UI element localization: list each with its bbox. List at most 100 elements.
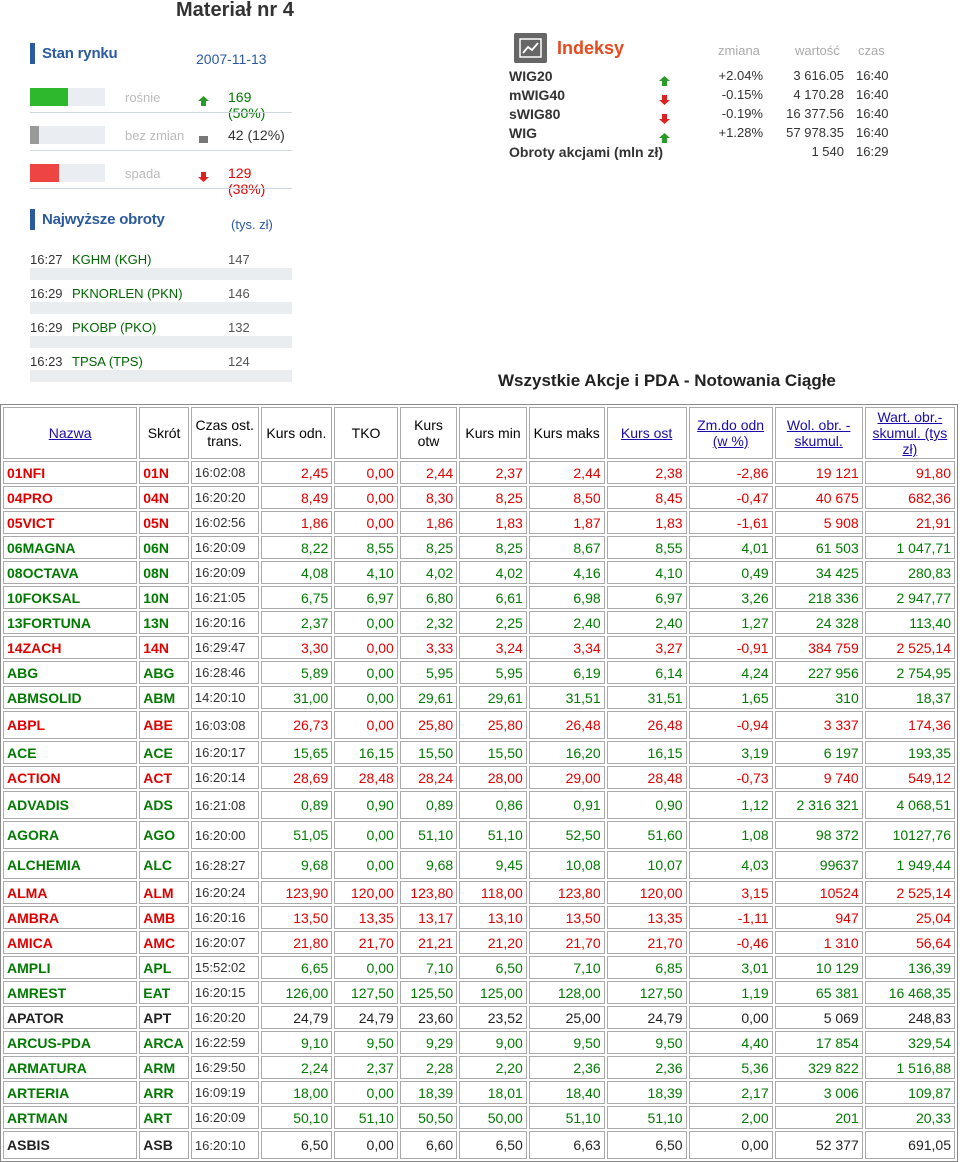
value-cell: 18,00: [260, 1081, 333, 1104]
table-row[interactable]: 06MAGNA 06N 16:20:09 8,22 8,55 8,25 8,25 8,67 8,…: [3, 536, 955, 559]
value-cell: 6,63: [528, 1131, 605, 1159]
value-cell: 1 949,44: [864, 851, 955, 879]
stock-name-cell[interactable]: ABMSOLID: [3, 686, 138, 709]
value-cell: -0,46: [688, 931, 773, 954]
turnover-name[interactable]: PKNORLEN (PKN): [72, 286, 183, 301]
value-cell: 3,24: [459, 636, 527, 659]
value-cell: -0,91: [688, 636, 773, 659]
table-row[interactable]: AMBRA AMB 16:20:16 13,50 13,35 13,17 13,10 13,5…: [3, 906, 955, 929]
index-row[interactable]: Obroty akcjami (mln zł) 1 540 16:29: [509, 144, 959, 163]
stock-name-cell[interactable]: ASBIS: [3, 1131, 138, 1159]
stock-name-cell[interactable]: AMICA: [3, 931, 138, 954]
table-row[interactable]: 14ZACH 14N 16:29:47 3,30 0,00 3,33 3,24 3,34 3,2…: [3, 636, 955, 659]
col-header-name[interactable]: Nazwa: [3, 407, 138, 459]
sort-by-last-link[interactable]: Kurs ost: [621, 425, 672, 441]
index-row[interactable]: sWIG80 -0.19% 16 377.56 16:40: [509, 106, 959, 125]
value-cell: 25,00: [528, 1006, 605, 1029]
turnover-name[interactable]: TPSA (TPS): [72, 354, 143, 369]
stock-name-cell[interactable]: ARCUS-PDA: [3, 1031, 138, 1054]
sort-by-change-link[interactable]: Zm.do odn (w %): [697, 417, 764, 449]
stock-name-cell[interactable]: ADVADIS: [3, 791, 138, 819]
arrow-up-icon: [659, 73, 670, 86]
stock-name-cell[interactable]: 06MAGNA: [3, 536, 138, 559]
turnover-name[interactable]: KGHM (KGH): [72, 252, 151, 267]
index-name[interactable]: mWIG40: [509, 87, 565, 103]
stock-name-cell[interactable]: 13FORTUNA: [3, 611, 138, 634]
table-row[interactable]: ADVADIS ADS 16:21:08 0,89 0,90 0,89 0,86 0,91 0,…: [3, 791, 955, 819]
stock-name-cell[interactable]: 01NFI: [3, 461, 138, 484]
value-cell: 6,97: [334, 586, 398, 609]
value-cell: 10127,76: [864, 821, 955, 849]
stock-name-cell[interactable]: AMBRA: [3, 906, 138, 929]
table-row[interactable]: 08OCTAVA 08N 16:20:09 4,08 4,10 4,02 4,02 4,16 4…: [3, 561, 955, 584]
table-row[interactable]: AMREST EAT 16:20:15 126,00 127,50 125,50 125,0…: [3, 981, 955, 1004]
table-row[interactable]: AMICA AMC 16:20:07 21,80 21,70 21,21 21,20 21,7…: [3, 931, 955, 954]
stock-name-cell[interactable]: ALCHEMIA: [3, 851, 138, 879]
col-header-last[interactable]: Kurs ost: [606, 407, 687, 459]
index-value: 1 540: [811, 144, 844, 159]
stock-name-cell[interactable]: ABPL: [3, 711, 138, 739]
stock-name-cell[interactable]: ARTMAN: [3, 1106, 138, 1129]
stock-name-cell[interactable]: APATOR: [3, 1006, 138, 1029]
symbol-cell: 01N: [139, 461, 189, 484]
index-row[interactable]: mWIG40 -0.15% 4 170.28 16:40: [509, 87, 959, 106]
index-name[interactable]: sWIG80: [509, 106, 560, 122]
value-cell: 40 675: [774, 486, 863, 509]
col-header-volume[interactable]: Wol. obr. - skumul.: [774, 407, 863, 459]
stock-name-cell[interactable]: 10FOKSAL: [3, 586, 138, 609]
value-cell: 2,40: [606, 611, 687, 634]
row-separator: [30, 336, 292, 348]
index-row[interactable]: WIG20 +2.04% 3 616.05 16:40: [509, 68, 959, 87]
stock-name-cell[interactable]: ARTERIA: [3, 1081, 138, 1104]
stock-name-cell[interactable]: 05VICT: [3, 511, 138, 534]
stock-name-cell[interactable]: 14ZACH: [3, 636, 138, 659]
stock-name-cell[interactable]: AMREST: [3, 981, 138, 1004]
table-row[interactable]: APATOR APT 16:20:20 24,79 24,79 23,60 23,52 25,…: [3, 1006, 955, 1029]
arrow-down-icon: [198, 169, 209, 182]
table-row[interactable]: ASBIS ASB 16:20:10 6,50 0,00 6,60 6,50 6,63 6,50…: [3, 1131, 955, 1159]
table-row[interactable]: 13FORTUNA 13N 16:20:16 2,37 0,00 2,32 2,25 2,40…: [3, 611, 955, 634]
stock-name-cell[interactable]: ABG: [3, 661, 138, 684]
table-row[interactable]: ABG ABG 16:28:46 5,89 0,00 5,95 5,95 6,19 6,14 4,…: [3, 661, 955, 684]
stock-name-cell[interactable]: 08OCTAVA: [3, 561, 138, 584]
turnover-name[interactable]: PKOBP (PKO): [72, 320, 156, 335]
table-row[interactable]: AMPLI APL 15:52:02 6,65 0,00 7,10 6,50 7,10 6,85…: [3, 956, 955, 979]
table-row[interactable]: ARMATURA ARM 16:29:50 2,24 2,37 2,28 2,20 2,36 2…: [3, 1056, 955, 1079]
index-name[interactable]: WIG20: [509, 68, 553, 84]
table-row[interactable]: 05VICT 05N 16:02:56 1,86 0,00 1,86 1,83 1,87 1,8…: [3, 511, 955, 534]
table-row[interactable]: ALMA ALM 16:20:24 123,90 120,00 123,80 118,00 1…: [3, 881, 955, 904]
stock-name-cell[interactable]: AGORA: [3, 821, 138, 849]
sort-by-volume-link[interactable]: Wol. obr. - skumul.: [787, 417, 851, 449]
index-value: 16 377.56: [786, 106, 844, 121]
stock-name-cell[interactable]: ACTION: [3, 766, 138, 789]
value-cell: 0,49: [688, 561, 773, 584]
value-cell: 0,89: [260, 791, 333, 819]
table-row[interactable]: AGORA AGO 16:20:00 51,05 0,00 51,10 51,10 52,50…: [3, 821, 955, 849]
table-row[interactable]: ABPL ABE 16:03:08 26,73 0,00 25,80 25,80 26,48 2…: [3, 711, 955, 739]
table-row[interactable]: ARTERIA ARR 16:09:19 18,00 0,00 18,39 18,01 18,…: [3, 1081, 955, 1104]
table-row[interactable]: 10FOKSAL 10N 16:21:05 6,75 6,97 6,80 6,61 6,98 6…: [3, 586, 955, 609]
col-header-change[interactable]: Zm.do odn (w %): [688, 407, 773, 459]
col-header-time: Czas ost. trans.: [190, 407, 259, 459]
stock-name-cell[interactable]: ACE: [3, 741, 138, 764]
table-row[interactable]: ALCHEMIA ALC 16:28:27 9,68 0,00 9,68 9,45 10,08…: [3, 851, 955, 879]
table-row[interactable]: ACTION ACT 16:20:14 28,69 28,48 28,24 28,00 29,…: [3, 766, 955, 789]
table-row[interactable]: 04PRO 04N 16:20:20 8,49 0,00 8,30 8,25 8,50 8,45…: [3, 486, 955, 509]
index-name[interactable]: Obroty akcjami (mln zł): [509, 144, 663, 160]
stock-name-cell[interactable]: ALMA: [3, 881, 138, 904]
table-row[interactable]: 01NFI 01N 16:02:08 2,45 0,00 2,44 2,37 2,44 2,38…: [3, 461, 955, 484]
index-name[interactable]: WIG: [509, 125, 537, 141]
col-header-value[interactable]: Wart. obr.- skumul. (tys zł): [864, 407, 955, 459]
value-cell: 29,61: [459, 686, 527, 709]
stock-name-cell[interactable]: 04PRO: [3, 486, 138, 509]
index-row[interactable]: WIG +1.28% 57 978.35 16:40: [509, 125, 959, 144]
table-row[interactable]: ARCUS-PDA ARCA 16:22:59 9,10 9,50 9,29 9,00 9,5…: [3, 1031, 955, 1054]
sort-by-value-link[interactable]: Wart. obr.- skumul. (tys zł): [873, 409, 948, 457]
table-row[interactable]: ARTMAN ART 16:20:09 50,10 51,10 50,50 50,00 51,…: [3, 1106, 955, 1129]
stock-name-cell[interactable]: AMPLI: [3, 956, 138, 979]
stock-name-cell[interactable]: ARMATURA: [3, 1056, 138, 1079]
sort-by-name-link[interactable]: Nazwa: [49, 425, 92, 441]
table-row[interactable]: ABMSOLID ABM 14:20:10 31,00 0,00 29,61 29,61 31…: [3, 686, 955, 709]
table-row[interactable]: ACE ACE 16:20:17 15,65 16,15 15,50 15,50 16,20 1…: [3, 741, 955, 764]
symbol-cell: ACT: [139, 766, 189, 789]
